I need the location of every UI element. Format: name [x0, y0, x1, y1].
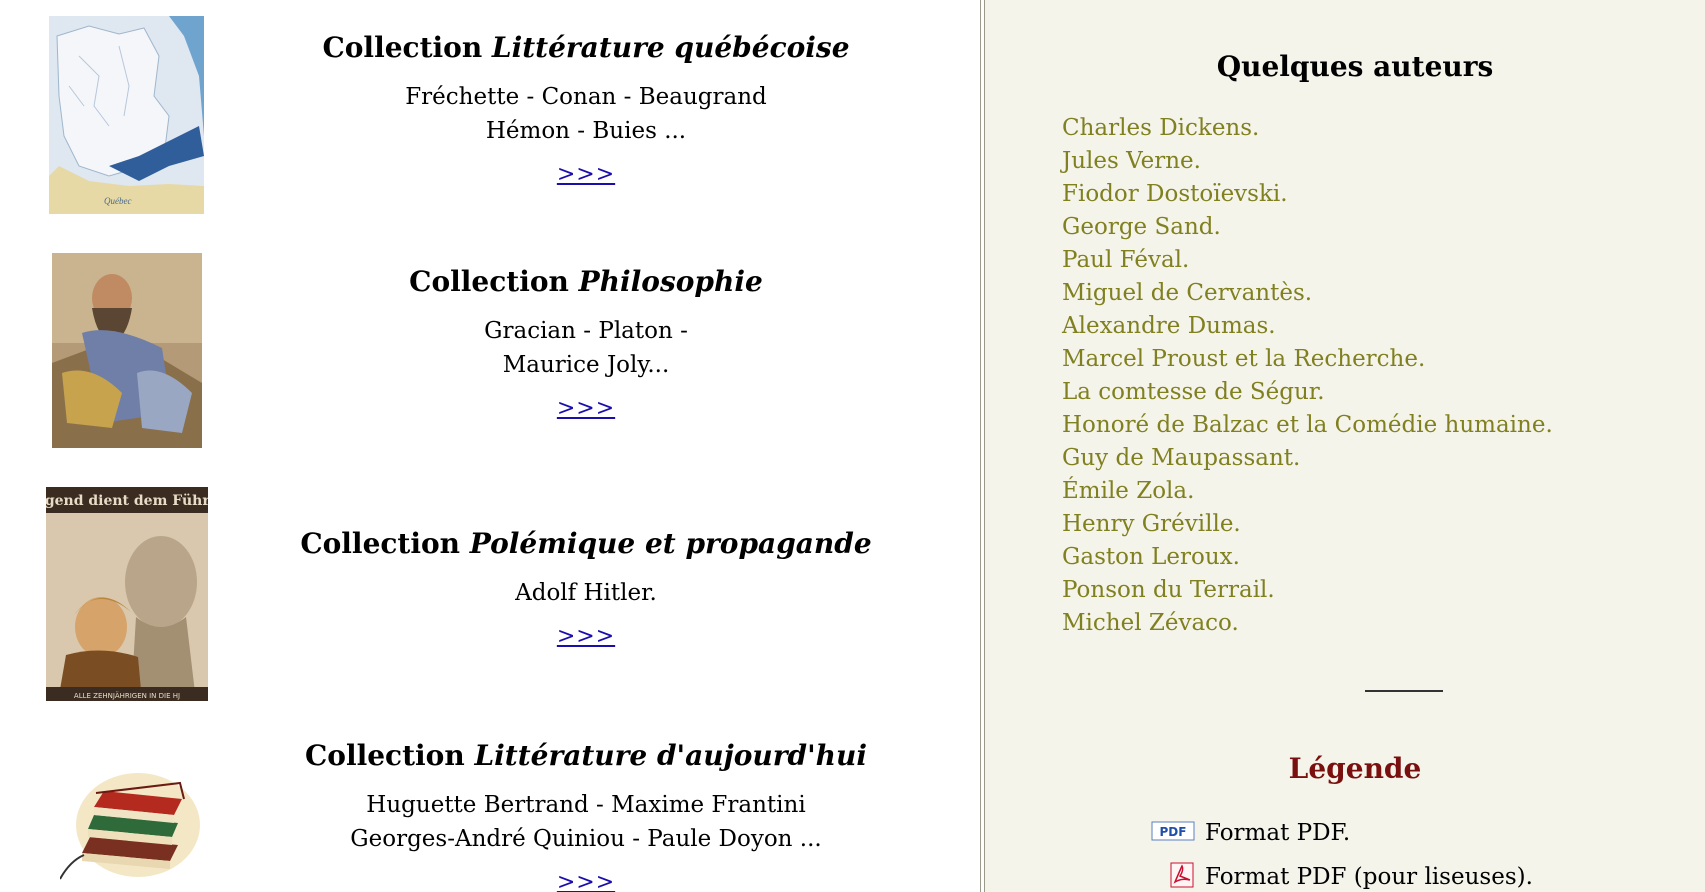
collection-quebecoise: Collection Littérature québécoise Fréche…: [280, 30, 892, 187]
quebec-map-image[interactable]: Québec: [49, 16, 204, 214]
book-stack-image[interactable]: [60, 765, 200, 885]
collections-column: Québec Collection Littérature québécoise…: [0, 0, 980, 892]
collection-authors: Adolf Hitler.: [515, 580, 657, 606]
svg-text:ALLE ZEHNJÄHRIGEN IN DIE HJ: ALLE ZEHNJÄHRIGEN IN DIE HJ: [74, 691, 180, 700]
collection-aujourdhui: Collection Littérature d'aujourd'hui Hug…: [280, 738, 892, 892]
author-link[interactable]: Marcel Proust et la Recherche.: [1062, 343, 1553, 376]
author-link[interactable]: Honoré de Balzac et la Comédie humaine.: [1062, 409, 1553, 442]
collection-philosophie: Collection Philosophie Gracian - Platon …: [280, 264, 892, 421]
author-link[interactable]: Guy de Maupassant.: [1062, 442, 1553, 475]
legend-item-pdf-reader: Format PDF (pour liseuses).: [1151, 862, 1533, 892]
author-link[interactable]: Miguel de Cervantès.: [1062, 277, 1553, 310]
adobe-pdf-icon: [1151, 862, 1195, 892]
author-link[interactable]: Michel Zévaco.: [1062, 607, 1553, 640]
philosopher-painting-image[interactable]: [52, 253, 202, 448]
author-link[interactable]: Fiodor Dostoïevski.: [1062, 178, 1553, 211]
legend-label: Format PDF.: [1205, 820, 1351, 846]
svg-text:Jugend dient dem Führer: Jugend dient dem Führer: [46, 493, 208, 509]
collection-title: Collection Philosophie: [409, 265, 763, 298]
svg-text:PDF: PDF: [1160, 825, 1187, 839]
author-link[interactable]: Henry Gréville.: [1062, 508, 1553, 541]
svg-text:Québec: Québec: [104, 196, 131, 206]
authors-list: Charles Dickens. Jules Verne. Fiodor Dos…: [1062, 112, 1553, 640]
author-link[interactable]: Alexandre Dumas.: [1062, 310, 1553, 343]
collection-more-link[interactable]: >>>: [557, 162, 615, 187]
collection-more-link[interactable]: >>>: [557, 624, 615, 649]
collection-polemique: Collection Polémique et propagande Adolf…: [280, 526, 892, 649]
collection-title: Collection Littérature d'aujourd'hui: [304, 739, 868, 772]
author-link[interactable]: La comtesse de Ségur.: [1062, 376, 1553, 409]
collection-authors: Gracian - Platon - Maurice Joly...: [484, 318, 688, 378]
separator-line: [1365, 690, 1443, 692]
author-link[interactable]: Charles Dickens.: [1062, 112, 1553, 145]
collection-more-link[interactable]: >>>: [557, 396, 615, 421]
collection-authors: Fréchette - Conan - Beaugrand Hémon - Bu…: [405, 84, 767, 144]
author-link[interactable]: Ponson du Terrail.: [1062, 574, 1553, 607]
pdf-icon: PDF: [1151, 820, 1195, 848]
collection-more-link[interactable]: >>>: [557, 870, 615, 892]
collection-title: Collection Littérature québécoise: [322, 31, 850, 64]
legend-heading: Légende: [1288, 752, 1422, 785]
collection-title: Collection Polémique et propagande: [300, 527, 872, 560]
sidebar: Quelques auteurs Charles Dickens. Jules …: [985, 0, 1705, 892]
author-link[interactable]: Jules Verne.: [1062, 145, 1553, 178]
author-link[interactable]: George Sand.: [1062, 211, 1553, 244]
legend-label: Format PDF (pour liseuses).: [1205, 864, 1533, 890]
author-link[interactable]: Gaston Leroux.: [1062, 541, 1553, 574]
author-link[interactable]: Paul Féval.: [1062, 244, 1553, 277]
authors-heading: Quelques auteurs: [1216, 50, 1494, 83]
page: Québec Collection Littérature québécoise…: [0, 0, 1705, 892]
collection-authors: Huguette Bertrand - Maxime Frantini Geor…: [350, 792, 822, 852]
author-link[interactable]: Émile Zola.: [1062, 475, 1553, 508]
propaganda-poster-image[interactable]: Jugend dient dem Führer ALLE ZEHNJÄHRIGE…: [46, 487, 208, 701]
legend-item-pdf: PDF Format PDF.: [1151, 820, 1350, 848]
